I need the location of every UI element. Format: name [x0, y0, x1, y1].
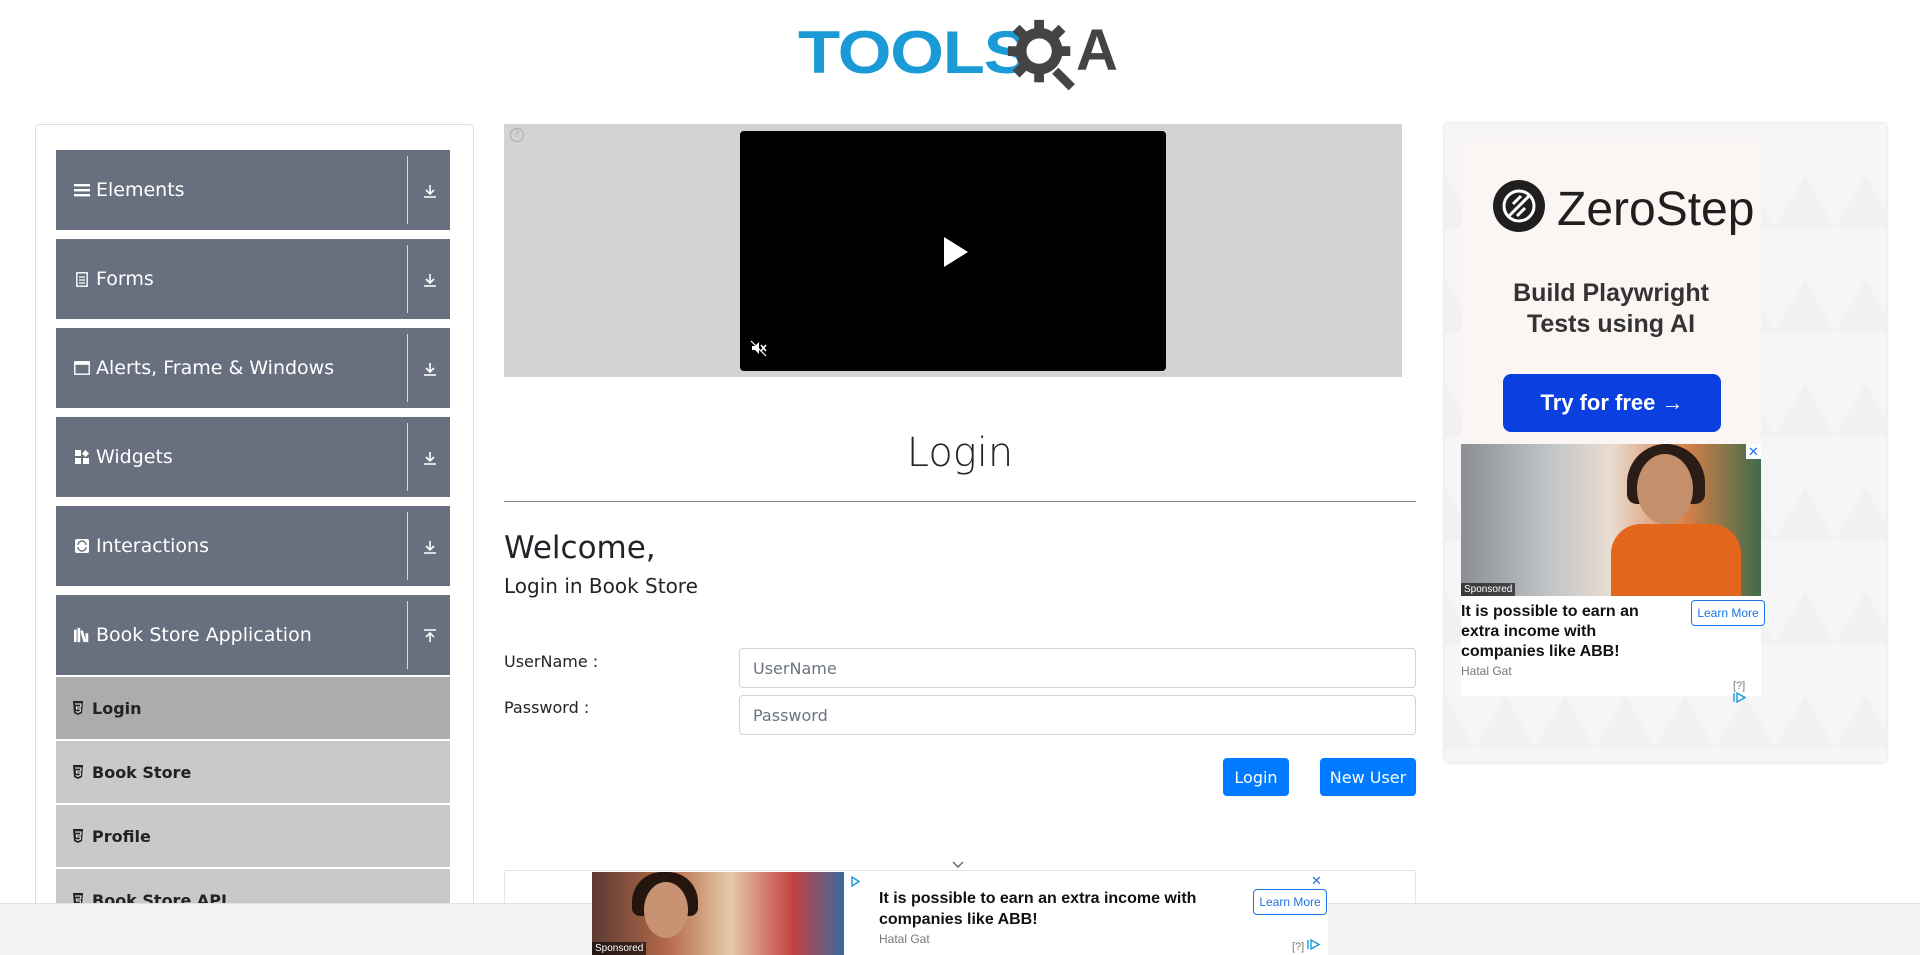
download-arrow-icon[interactable]: [419, 447, 441, 469]
ad-source: Hatal Gat: [879, 932, 930, 946]
group-forms[interactable]: Forms: [56, 239, 450, 319]
divider: [407, 601, 408, 669]
adchoices-label: [?]: [1733, 680, 1746, 692]
username-label: UserName :: [504, 652, 599, 671]
ad-headline[interactable]: It is possible to earn an extra income w…: [879, 888, 1219, 930]
adchoices-link[interactable]: [?]: [1292, 938, 1321, 953]
welcome-heading: Welcome,: [504, 530, 656, 566]
zerostep-ad[interactable]: ZeroStep Build Playwright Tests using AI…: [1461, 140, 1761, 460]
zerostep-brand: ZeroStep: [1557, 183, 1755, 236]
zerostep-tagline: Build Playwright Tests using AI: [1461, 278, 1761, 340]
logo-text-tools: TOOLS: [798, 19, 1030, 86]
adchoices-triangle-icon[interactable]: [850, 876, 860, 887]
toolsqa-logo[interactable]: TOOLS A: [798, 14, 1118, 92]
page-title: Login: [906, 430, 1014, 476]
group-label: Elements: [96, 179, 185, 201]
divider: [407, 512, 408, 580]
ad-source: Hatal Gat: [1461, 664, 1512, 678]
password-input[interactable]: [739, 695, 1416, 735]
zerostep-logo-icon: [1493, 180, 1545, 232]
group-book-store-application[interactable]: Book Store Application: [56, 595, 450, 675]
group-label: Widgets: [96, 446, 173, 468]
ad-image[interactable]: Sponsored: [592, 872, 844, 955]
close-icon[interactable]: ✕: [1746, 444, 1761, 459]
group-label: Book Store Application: [96, 624, 312, 646]
sidebar-item-label: Book Store: [92, 762, 192, 782]
group-label: Interactions: [96, 535, 209, 557]
ad-image-face: [644, 882, 688, 938]
sidebar-item-label: Profile: [92, 826, 151, 846]
logo-text-a: A: [1076, 18, 1118, 83]
gear-magnifier-icon: [1007, 19, 1075, 91]
upload-arrow-icon[interactable]: [419, 625, 441, 647]
sidebar-item-book-store[interactable]: Book Store: [56, 741, 450, 803]
right-ad[interactable]: ZeroStep Build Playwright Tests using AI…: [1445, 124, 1886, 762]
help-icon[interactable]: ?: [510, 128, 524, 142]
video-player[interactable]: [740, 131, 1166, 371]
download-arrow-icon[interactable]: [419, 536, 441, 558]
sponsored-ad[interactable]: Sponsored ✕ It is possible to earn an ex…: [1461, 444, 1765, 704]
divider: [407, 156, 408, 224]
ad-image-face: [1637, 454, 1693, 524]
group-widgets[interactable]: Widgets: [56, 417, 450, 497]
group-interactions[interactable]: Interactions: [56, 506, 450, 586]
sponsored-label: Sponsored: [592, 942, 647, 955]
login-button[interactable]: Login: [1223, 758, 1289, 796]
header-divider: [504, 501, 1416, 502]
mute-icon[interactable]: [750, 339, 768, 357]
adchoices-label: [?]: [1292, 941, 1305, 953]
play-icon[interactable]: [944, 237, 968, 267]
divider: [407, 423, 408, 491]
group-elements[interactable]: Elements: [56, 150, 450, 230]
divider: [407, 334, 408, 402]
new-user-button[interactable]: New User: [1320, 758, 1416, 796]
password-label: Password :: [504, 698, 590, 717]
html5-icon: [72, 701, 84, 715]
learn-more-button[interactable]: Learn More: [1253, 889, 1327, 915]
download-arrow-icon[interactable]: [419, 269, 441, 291]
divider: [407, 245, 408, 313]
group-alerts-frame-windows[interactable]: Alerts, Frame & Windows: [56, 328, 450, 408]
username-input[interactable]: [739, 648, 1416, 688]
learn-more-button[interactable]: Learn More: [1691, 600, 1765, 626]
html5-icon: [72, 765, 84, 779]
try-for-free-button[interactable]: Try for free →: [1503, 374, 1721, 432]
sidebar-item-profile[interactable]: Profile: [56, 805, 450, 867]
close-icon[interactable]: ✕: [1309, 873, 1324, 888]
group-label: Alerts, Frame & Windows: [96, 357, 335, 379]
tagline-line-1: Build Playwright: [1513, 279, 1709, 307]
tagline-line-2: Tests using AI: [1526, 310, 1696, 338]
interactions-icon: [74, 538, 90, 554]
books-icon: [74, 627, 90, 643]
sponsored-label: Sponsored: [1461, 583, 1516, 596]
sidebar-item-login[interactable]: Login: [56, 677, 450, 739]
list-icon: [74, 182, 90, 198]
adchoices-icon: [1733, 691, 1747, 704]
adchoices-icon: [1307, 938, 1321, 951]
video-ad[interactable]: ?: [504, 124, 1402, 377]
window-icon: [74, 360, 90, 376]
download-arrow-icon[interactable]: [419, 180, 441, 202]
group-label: Forms: [96, 268, 154, 290]
ad-image-saree: [1611, 524, 1741, 596]
document-icon: [74, 271, 90, 287]
bottom-sponsored-ad[interactable]: Sponsored It is possible to earn an extr…: [592, 872, 1328, 955]
grid-icon: [74, 449, 90, 465]
ad-headline[interactable]: It is possible to earn an extra income w…: [1461, 602, 1681, 662]
adchoices-link[interactable]: [?]: [1733, 680, 1761, 706]
download-arrow-icon[interactable]: [419, 358, 441, 380]
welcome-subtitle: Login in Book Store: [504, 574, 698, 598]
sidebar-item-label: Login: [92, 698, 142, 718]
ad-image[interactable]: Sponsored ✕: [1461, 444, 1761, 596]
html5-icon: [72, 829, 84, 843]
